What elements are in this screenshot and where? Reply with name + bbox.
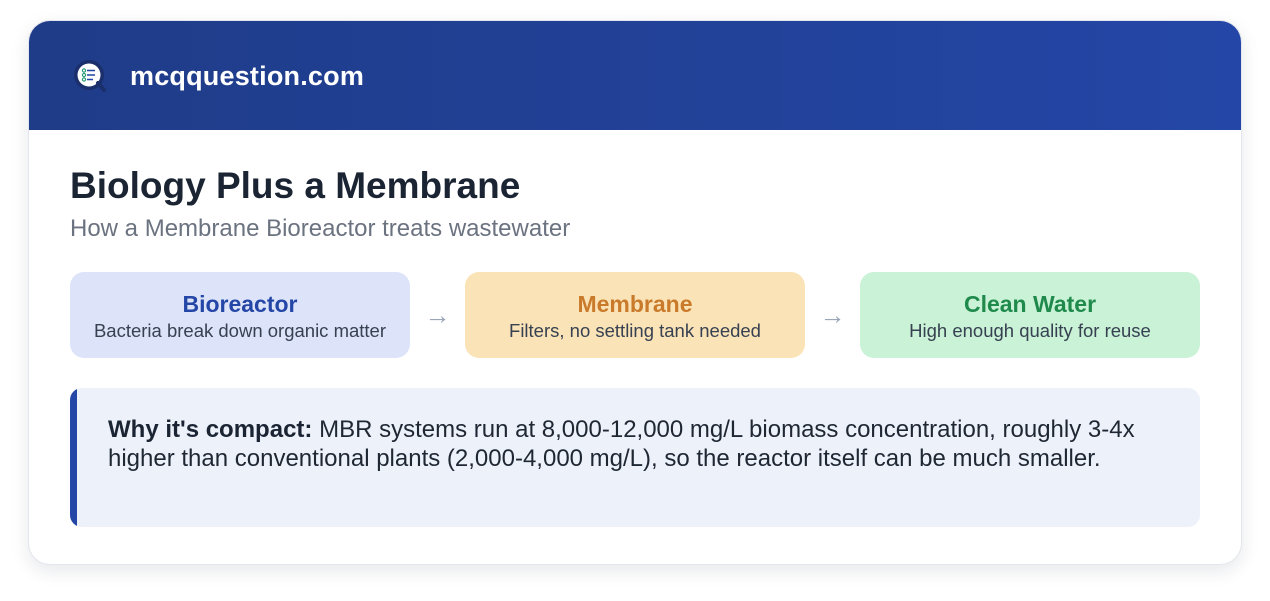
step-title: Clean Water (963, 291, 1097, 317)
callout-label: Why it's compact: (108, 416, 313, 443)
callout-accent-bar (70, 388, 77, 527)
step-description: Filters, no settling tank needed (509, 320, 761, 341)
page-subtitle: How a Membrane Bioreactor treats wastewa… (70, 215, 571, 242)
step-title: Membrane (577, 291, 693, 317)
brand-name[interactable]: mcqquestion.com (130, 59, 364, 93)
step-membrane: Membrane Filters, no settling tank neede… (465, 272, 805, 358)
page-title: Biology Plus a Membrane (70, 165, 521, 206)
step-description: High enough quality for reuse (909, 320, 1151, 341)
step-clean-water: Clean Water High enough quality for reus… (860, 272, 1200, 358)
arrow-right-icon: → (819, 300, 846, 330)
header-banner: mcqquestion.com (29, 21, 1241, 130)
quiz-checklist-icon (74, 60, 106, 92)
callout-note: Why it's compact: MBR systems run at 8,0… (70, 388, 1200, 527)
callout-text: Why it's compact: MBR systems run at 8,0… (108, 415, 1178, 473)
process-flow: Bioreactor Bacteria break down organic m… (70, 272, 1200, 359)
step-title: Bioreactor (182, 291, 298, 317)
step-bioreactor: Bioreactor Bacteria break down organic m… (70, 272, 410, 358)
info-card: mcqquestion.com Biology Plus a Membrane … (28, 20, 1242, 565)
step-description: Bacteria break down organic matter (93, 320, 387, 341)
arrow-right-icon: → (424, 300, 451, 330)
